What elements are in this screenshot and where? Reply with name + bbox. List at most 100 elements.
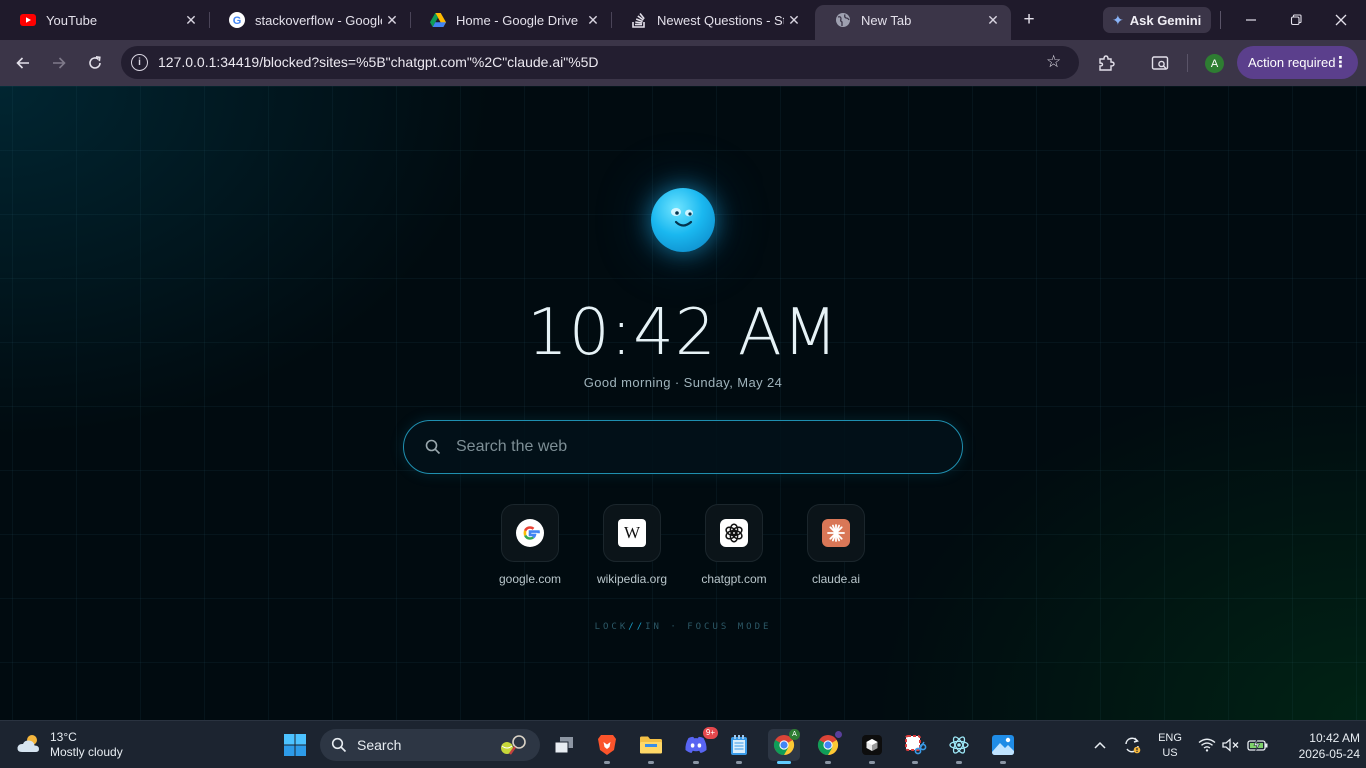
atom-icon <box>949 736 969 754</box>
wifi-icon[interactable] <box>1196 721 1218 768</box>
battery-charging-icon[interactable] <box>1246 721 1270 768</box>
sync-tray-icon[interactable] <box>1120 721 1144 768</box>
reload-button[interactable] <box>83 51 107 75</box>
taskbar-brave[interactable] <box>591 729 623 764</box>
tab-stack-overflow[interactable]: Newest Questions - Stack Overflow ✕ <box>611 5 812 35</box>
google-drive-icon <box>430 12 446 28</box>
taskbar-discord[interactable]: 9+ <box>680 727 718 764</box>
minimize-icon <box>1246 19 1256 21</box>
close-icon <box>1335 14 1347 26</box>
tab-title: Newest Questions - Stack Overflow <box>657 12 784 28</box>
system-clock[interactable]: 10:42 AM 2026-05-24 <box>1280 730 1360 762</box>
shortcut-chatgpt[interactable]: chatgpt.com <box>684 504 784 586</box>
forward-arrow-icon <box>53 57 66 69</box>
extensions-button[interactable] <box>1095 52 1117 74</box>
screen: YouTube ✕ G stackoverflow - Google Searc… <box>0 0 1366 768</box>
brand-focus-mode: IN · FOCUS MODE <box>645 622 772 632</box>
shortcut-wikipedia[interactable]: W wikipedia.org <box>582 504 682 586</box>
chrome-profile-dot <box>834 730 843 739</box>
reload-icon <box>89 56 101 69</box>
brand-slash: // <box>628 622 646 632</box>
shortcut-label: google.com <box>498 572 562 586</box>
app-indicator <box>956 761 962 764</box>
taskbar-notepad[interactable] <box>723 729 755 764</box>
taskbar-photos[interactable] <box>987 729 1019 764</box>
divider <box>1220 11 1221 29</box>
close-icon[interactable]: ✕ <box>181 10 201 30</box>
stackoverflow-icon <box>631 12 647 28</box>
tab-google-search[interactable]: G stackoverflow - Google Search ✕ <box>209 5 411 35</box>
bookmark-star-icon[interactable]: ☆ <box>1046 52 1061 72</box>
close-icon[interactable]: ✕ <box>583 10 603 30</box>
shortcut-tile[interactable] <box>501 504 559 562</box>
site-info-icon[interactable]: i <box>131 54 148 71</box>
google-icon <box>516 519 544 547</box>
taskbar-3d-app[interactable] <box>856 729 888 764</box>
back-arrow-icon <box>16 57 29 69</box>
greeting-date: Good morning · Sunday, May 24 <box>583 375 783 390</box>
app-indicator <box>825 761 831 764</box>
more-vertical-icon: ⋮ <box>1333 54 1348 71</box>
lang-code: ENG <box>1158 732 1182 744</box>
app-indicator <box>736 761 742 764</box>
close-window-button[interactable] <box>1329 8 1353 32</box>
chatgpt-icon <box>720 519 748 547</box>
forward-button[interactable] <box>47 51 71 75</box>
address-bar[interactable]: i 127.0.0.1:34419/blocked?sites=%5B"chat… <box>121 46 1079 79</box>
show-hidden-icons-button[interactable] <box>1090 721 1110 768</box>
weather-widget[interactable]: 13°C Mostly cloudy <box>16 730 123 760</box>
task-view-icon <box>554 737 573 754</box>
taskbar-task-view[interactable] <box>548 729 580 761</box>
shortcut-tile[interactable] <box>807 504 865 562</box>
search-icon <box>424 438 442 461</box>
tab-google-drive[interactable]: Home - Google Drive ✕ <box>410 5 612 35</box>
tab-search-button[interactable] <box>1149 52 1171 74</box>
input-language-indicator[interactable]: ENG US <box>1156 731 1184 761</box>
close-icon[interactable]: ✕ <box>983 10 1003 30</box>
focus-mode-brand: LOCK//IN · FOCUS MODE <box>0 622 1366 632</box>
shortcut-label: wikipedia.org <box>596 572 668 586</box>
sync-warning-icon <box>1125 737 1141 754</box>
tab-youtube[interactable]: YouTube ✕ <box>0 5 210 35</box>
taskbar-chrome[interactable] <box>812 729 844 764</box>
start-button[interactable] <box>279 729 311 761</box>
taskbar-file-explorer[interactable] <box>635 729 667 764</box>
shortcut-tile[interactable]: W <box>603 504 661 562</box>
cloud-sun-icon <box>16 732 44 759</box>
clock: 10:42 AM <box>527 296 839 370</box>
app-indicator <box>912 761 918 764</box>
shortcut-label: claude.ai <box>811 572 861 586</box>
mascot-orb-icon <box>651 188 715 252</box>
shortcut-google[interactable]: google.com <box>480 504 580 586</box>
folder-icon <box>640 736 662 754</box>
taskbar-snipping-tool[interactable] <box>899 729 931 764</box>
ask-gemini-button[interactable]: ✦ Ask Gemini <box>1103 7 1211 33</box>
new-tab-button[interactable]: + <box>1018 9 1040 31</box>
web-search-box[interactable] <box>403 420 963 474</box>
clock-date: 2026-05-24 <box>1298 747 1360 761</box>
action-required-button[interactable]: Action required ⋮ <box>1237 46 1358 79</box>
volume-muted-icon[interactable] <box>1220 721 1242 768</box>
puzzle-icon <box>1099 55 1115 71</box>
taskbar-electron-app[interactable] <box>943 729 975 764</box>
shortcut-tile[interactable] <box>705 504 763 562</box>
shortcut-claude[interactable]: claude.ai <box>786 504 886 586</box>
profile-avatar[interactable]: A <box>1205 54 1224 73</box>
app-indicator <box>777 761 791 764</box>
search-input[interactable] <box>456 433 936 461</box>
back-button[interactable] <box>11 51 35 75</box>
search-icon <box>331 737 347 756</box>
close-icon[interactable]: ✕ <box>784 10 804 30</box>
tab-new-tab[interactable]: New Tab ✕ <box>815 5 1011 40</box>
gemini-sparkle-icon: ✦ <box>1112 11 1124 28</box>
close-icon[interactable]: ✕ <box>382 10 402 30</box>
restore-button[interactable] <box>1284 8 1308 32</box>
browser-toolbar: i 127.0.0.1:34419/blocked?sites=%5B"chat… <box>0 40 1366 86</box>
taskbar-search[interactable]: Search <box>320 729 540 761</box>
app-indicator <box>1000 761 1006 764</box>
app-indicator <box>869 761 875 764</box>
taskbar-chrome-profile-a[interactable]: A <box>768 729 800 764</box>
url-text[interactable]: 127.0.0.1:34419/blocked?sites=%5B"chatgp… <box>158 54 599 70</box>
minimize-button[interactable] <box>1239 8 1263 32</box>
ask-gemini-label: Ask Gemini <box>1129 12 1202 28</box>
